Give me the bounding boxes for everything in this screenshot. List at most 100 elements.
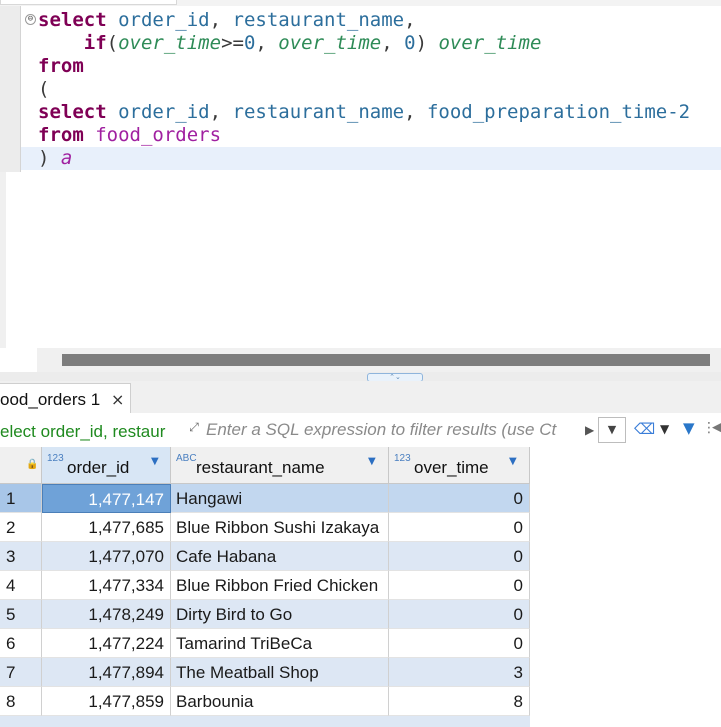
sql-keyword: select (38, 101, 107, 123)
table-row[interactable]: 5 1,478,249 Dirty Bird to Go 0 (0, 600, 530, 629)
sort-icon[interactable]: ▼ (509, 455, 517, 469)
sql-token: over_time (118, 32, 222, 54)
editor-horizontal-scrollbar[interactable] (37, 348, 721, 372)
table-row[interactable]: 8 1,477,859 Barbounia 8 (0, 687, 530, 716)
row-number[interactable]: 3 (0, 542, 42, 571)
row-number[interactable]: 8 (0, 687, 42, 716)
eraser-icon[interactable]: ⌫ (634, 419, 655, 439)
code-line[interactable]: from (38, 55, 721, 78)
cell-restaurant-name[interactable]: Dirty Bird to Go (171, 600, 389, 629)
column-header-restaurant-name[interactable]: ABC restaurant_name ▼ (171, 447, 389, 484)
sql-token: , (381, 32, 405, 54)
cell-over-time[interactable]: 3 (389, 658, 530, 687)
sql-token: a (60, 147, 73, 169)
column-label: restaurant_name (196, 458, 325, 477)
results-grid[interactable]: 🔒 123 order_id ▼ ABC restaurant_name ▼ 1… (0, 447, 721, 727)
sql-token: over_time (278, 32, 382, 54)
sql-token: ( (106, 32, 119, 54)
cell-over-time[interactable]: 0 (389, 629, 530, 658)
row-number[interactable]: 4 (0, 571, 42, 600)
sql-token: restaurant_name (232, 101, 405, 123)
cell-order-id[interactable]: 1,477,894 (42, 658, 171, 687)
fold-collapse-icon[interactable]: ⊖ (25, 14, 36, 25)
lock-icon: 🔒 (26, 459, 39, 470)
cell-restaurant-name[interactable]: Barbounia (171, 687, 389, 716)
sql-token: order_id (118, 101, 210, 123)
filter-history-dropdown[interactable]: ▼ (598, 417, 626, 443)
cell-order-id[interactable]: 1,478,249 (42, 600, 171, 629)
query-text-snippet[interactable]: elect order_id, restaur (0, 422, 180, 442)
row-number[interactable]: 6 (0, 629, 42, 658)
editor-gutter (0, 6, 20, 172)
row-number[interactable]: 1 (0, 484, 42, 513)
numeric-type-icon: 123 (47, 453, 64, 464)
row-number[interactable]: 2 (0, 513, 42, 542)
table-row[interactable]: 1 1,477,147 Hangawi 0 (0, 484, 530, 513)
table-row[interactable]: 2 1,477,685 Blue Ribbon Sushi Izakaya 0 (0, 513, 530, 542)
cell-order-id[interactable]: 1,477,224 (42, 629, 171, 658)
apply-filter-icon[interactable]: ▶ (585, 421, 594, 439)
sql-editor[interactable]: ⊖ select order_id, restaurant_name, if(o… (0, 6, 721, 348)
cell-restaurant-name[interactable]: The Meatball Shop (171, 658, 389, 687)
sql-keyword: from (38, 55, 84, 77)
sql-token: over_time (438, 32, 542, 54)
cell-order-id[interactable]: 1,477,685 (42, 513, 171, 542)
arrow-left-icon[interactable]: ◀ (712, 418, 721, 438)
column-header-over-time[interactable]: 123 over_time ▼ (389, 447, 530, 484)
sql-keyword: if (83, 32, 107, 54)
panel-splitter[interactable]: ⌃⌄ (0, 372, 721, 382)
cell-over-time[interactable]: 8 (389, 687, 530, 716)
code-line[interactable]: select order_id, restaurant_name, (38, 9, 721, 32)
cell-over-time[interactable]: 0 (389, 571, 530, 600)
cell-restaurant-name[interactable]: Cafe Habana (171, 542, 389, 571)
sort-icon[interactable]: ▼ (151, 455, 159, 469)
tab-results[interactable]: ood_orders 1 × (0, 383, 131, 414)
table-row[interactable]: 3 1,477,070 Cafe Habana 0 (0, 542, 530, 571)
cell-restaurant-name[interactable]: Hangawi (171, 484, 389, 513)
close-icon[interactable]: × (111, 390, 124, 410)
expand-icon[interactable]: ⤢ (186, 419, 202, 435)
sql-token: , (209, 9, 233, 31)
sql-keyword: from (38, 124, 84, 146)
column-header-order-id[interactable]: 123 order_id ▼ (42, 447, 171, 484)
table-row[interactable]: 6 1,477,224 Tamarind TriBeCa 0 (0, 629, 530, 658)
gutter-tail (0, 172, 6, 348)
cell-order-id[interactable]: 1,477,334 (42, 571, 171, 600)
code-line[interactable]: from food_orders (38, 124, 721, 147)
table-row[interactable]: 4 1,477,334 Blue Ribbon Fried Chicken 0 (0, 571, 530, 600)
sort-icon[interactable]: ▼ (368, 455, 376, 469)
code-line[interactable]: ) a (21, 147, 721, 170)
code-line[interactable]: select order_id, restaurant_name, food_p… (38, 101, 721, 124)
filter-input[interactable] (206, 417, 588, 443)
sql-token: ) (38, 147, 61, 169)
chevron-down-icon[interactable]: ▼ (660, 419, 669, 439)
sql-token: 0 (243, 32, 256, 54)
code-line[interactable]: ( (38, 78, 721, 101)
cell-restaurant-name[interactable]: Blue Ribbon Fried Chicken (171, 571, 389, 600)
cell-order-id[interactable]: 1,477,147 (42, 484, 171, 513)
scrollbar-thumb[interactable] (62, 354, 710, 366)
sql-token: ( (38, 78, 50, 100)
column-label: order_id (67, 458, 130, 477)
cell-restaurant-name[interactable]: Tamarind TriBeCa (171, 629, 389, 658)
cell-over-time[interactable]: 0 (389, 542, 530, 571)
sql-token: order_id (118, 9, 210, 31)
sql-token: , (255, 32, 279, 54)
row-number[interactable]: 7 (0, 658, 42, 687)
sql-token: 0 (404, 32, 416, 54)
filter-icon[interactable]: ▼ (683, 418, 695, 438)
cell-order-id[interactable]: 1,477,859 (42, 687, 171, 716)
sql-token: restaurant_name (232, 9, 405, 31)
code-line[interactable]: if(over_time>=0, over_time, 0) over_time (38, 32, 721, 55)
cell-over-time[interactable]: 0 (389, 600, 530, 629)
cell-order-id[interactable]: 1,477,070 (42, 542, 171, 571)
cell-over-time[interactable]: 0 (389, 484, 530, 513)
cell-restaurant-name[interactable]: Blue Ribbon Sushi Izakaya (171, 513, 389, 542)
table-row[interactable]: 7 1,477,894 The Meatball Shop 3 (0, 658, 530, 687)
editor-tab[interactable] (0, 0, 177, 5)
cell-over-time[interactable]: 0 (389, 513, 530, 542)
row-number[interactable]: 5 (0, 600, 42, 629)
